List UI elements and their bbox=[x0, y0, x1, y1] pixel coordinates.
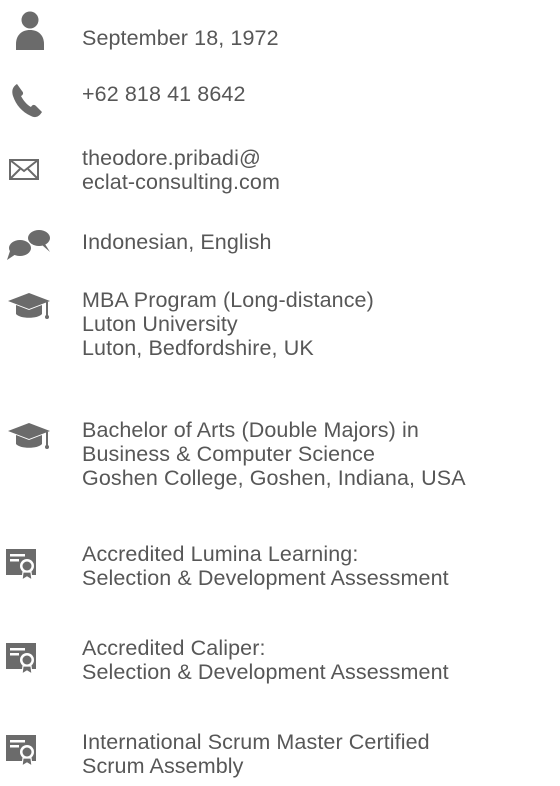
certification-row: International Scrum Master Certified Scr… bbox=[0, 730, 560, 786]
email-text: theodore.pribadi@ eclat-consulting.com bbox=[82, 146, 280, 194]
education-row: MBA Program (Long-distance) Luton Univer… bbox=[0, 288, 560, 368]
certificate-icon bbox=[0, 544, 60, 584]
person-icon bbox=[0, 10, 60, 50]
email-line-1: theodore.pribadi@ bbox=[82, 146, 261, 170]
email-line-2: eclat-consulting.com bbox=[82, 170, 280, 194]
graduation-cap-icon bbox=[0, 290, 60, 330]
languages-row: Indonesian, English bbox=[0, 222, 560, 270]
birthdate-text: September 18, 1972 bbox=[82, 26, 279, 50]
certification-row: Accredited Caliper: Selection & Developm… bbox=[0, 636, 560, 694]
speech-bubbles-icon bbox=[0, 222, 60, 262]
languages-text: Indonesian, English bbox=[82, 230, 272, 254]
certificate-icon bbox=[0, 730, 60, 770]
certification-text: International Scrum Master Certified Scr… bbox=[82, 730, 430, 778]
education-row: Bachelor of Arts (Double Majors) in Busi… bbox=[0, 418, 560, 498]
graduation-cap-icon bbox=[0, 420, 60, 460]
certification-row: Accredited Lumina Learning: Selection & … bbox=[0, 542, 560, 600]
education-text: MBA Program (Long-distance) Luton Univer… bbox=[82, 288, 374, 360]
phone-text: +62 818 41 8642 bbox=[82, 82, 246, 106]
phone-row: +62 818 41 8642 bbox=[0, 80, 560, 120]
email-row: theodore.pribadi@ eclat-consulting.com bbox=[0, 140, 560, 200]
envelope-icon bbox=[0, 152, 60, 192]
certification-text: Accredited Caliper: Selection & Developm… bbox=[82, 636, 449, 684]
birthdate-row: September 18, 1972 bbox=[0, 0, 560, 60]
certification-text: Accredited Lumina Learning: Selection & … bbox=[82, 542, 449, 590]
education-text: Bachelor of Arts (Double Majors) in Busi… bbox=[82, 418, 466, 490]
certificate-icon bbox=[0, 638, 60, 678]
phone-icon bbox=[0, 80, 60, 120]
contact-details-list: September 18, 1972 +62 818 41 8642 theod… bbox=[0, 0, 560, 786]
